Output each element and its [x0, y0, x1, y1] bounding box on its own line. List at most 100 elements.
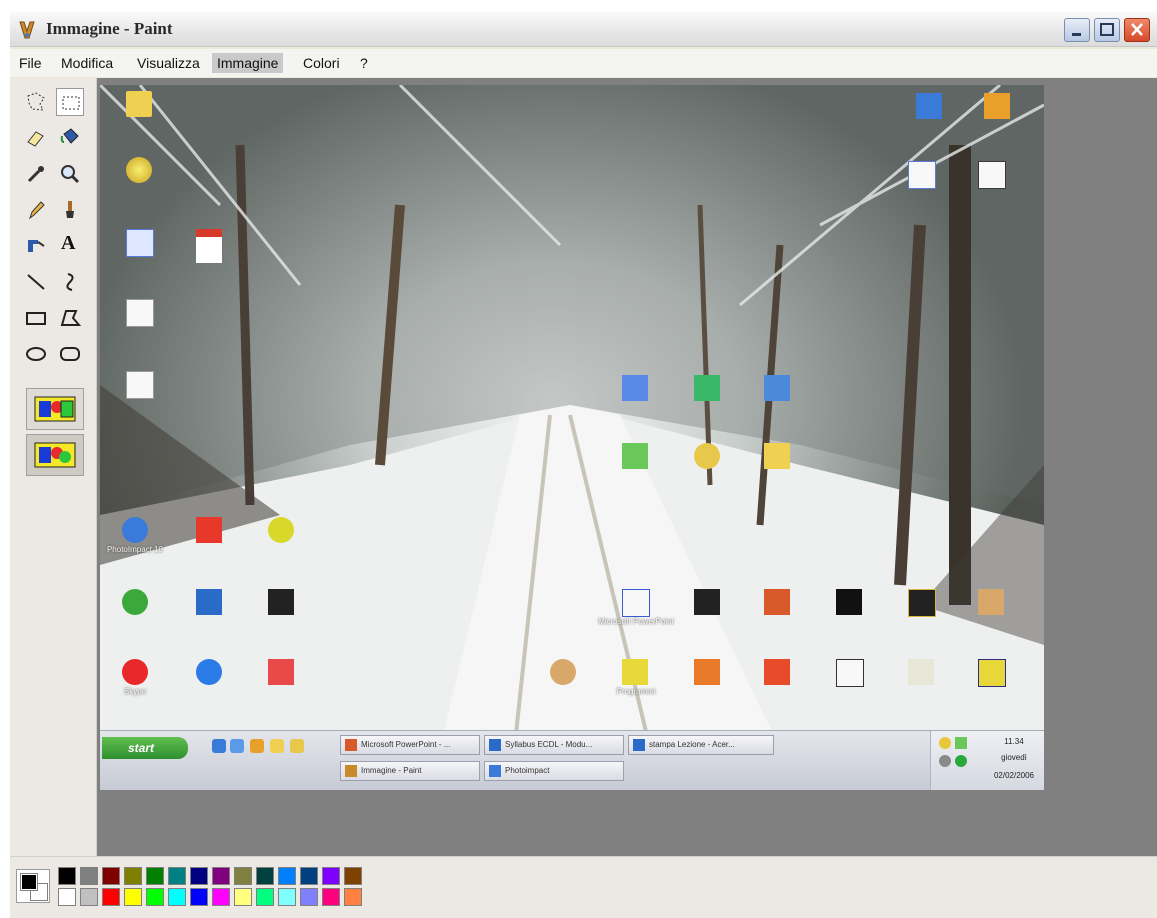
- maximize-button[interactable]: [1094, 18, 1120, 42]
- paint-doc-icon[interactable]: [764, 375, 790, 401]
- media-icon[interactable]: [694, 589, 720, 615]
- transparency-opaque-option[interactable]: [26, 388, 84, 430]
- color-swatch[interactable]: [80, 888, 98, 906]
- color-swatch[interactable]: [256, 867, 274, 885]
- pencil-tool[interactable]: [22, 196, 50, 224]
- ie-icon[interactable]: [196, 659, 222, 685]
- powerpoint-icon[interactable]: [622, 589, 650, 617]
- color-swatch[interactable]: [322, 888, 340, 906]
- home-icon[interactable]: [694, 659, 720, 685]
- color-swatch[interactable]: [234, 888, 252, 906]
- color-swatch[interactable]: [146, 867, 164, 885]
- shoe-icon[interactable]: [836, 659, 864, 687]
- taskbar-item-stampa[interactable]: stampa Lezione - Acer...: [628, 735, 774, 755]
- player-icon[interactable]: [268, 589, 294, 615]
- color-swatch[interactable]: [300, 867, 318, 885]
- color-swatch[interactable]: [124, 888, 142, 906]
- app-icon[interactable]: [196, 589, 222, 615]
- menu-immagine[interactable]: Immagine: [212, 53, 284, 73]
- menu-file[interactable]: File: [14, 53, 47, 73]
- color-swatch[interactable]: [102, 888, 120, 906]
- star-icon[interactable]: [908, 589, 936, 617]
- sheet-icon[interactable]: [622, 443, 648, 469]
- captured-start-button[interactable]: start: [102, 737, 188, 759]
- folder-icon[interactable]: [764, 443, 790, 469]
- quicklaunch-folder-icon[interactable]: [270, 739, 284, 753]
- skype-icon[interactable]: [122, 659, 148, 685]
- shortcut-icon[interactable]: [978, 589, 1004, 615]
- pick-color-tool[interactable]: [22, 160, 50, 188]
- color-swatch[interactable]: [278, 888, 296, 906]
- close-button[interactable]: [1124, 18, 1150, 42]
- globe-icon[interactable]: [122, 589, 148, 615]
- color-swatch[interactable]: [344, 867, 362, 885]
- color-swatch[interactable]: [212, 888, 230, 906]
- color-swatch[interactable]: [80, 867, 98, 885]
- menu-help[interactable]: ?: [355, 53, 373, 73]
- quicklaunch-mail-icon[interactable]: [290, 739, 304, 753]
- taskbar-item-photoimpact[interactable]: Photoimpact: [484, 761, 624, 781]
- color-swatch[interactable]: [124, 867, 142, 885]
- airbrush-tool[interactable]: [22, 232, 50, 260]
- color-swatch[interactable]: [58, 867, 76, 885]
- window-icon[interactable]: [916, 93, 942, 119]
- menu-colori[interactable]: Colori: [298, 53, 345, 73]
- v-icon[interactable]: [268, 517, 294, 543]
- quicklaunch-desktop-icon[interactable]: [230, 739, 244, 753]
- color-swatch[interactable]: [212, 867, 230, 885]
- ellipse-tool[interactable]: [22, 340, 50, 368]
- folder-icon[interactable]: [126, 91, 152, 117]
- brush-tool[interactable]: [56, 196, 84, 224]
- tray-icon[interactable]: [939, 737, 951, 749]
- figure-icon[interactable]: [836, 589, 862, 615]
- taskbar-item-paint[interactable]: Immagine - Paint: [340, 761, 480, 781]
- select-tool[interactable]: [56, 88, 84, 116]
- pdf-icon[interactable]: [196, 229, 222, 263]
- color-swatch[interactable]: [300, 888, 318, 906]
- screen-icon[interactable]: [622, 375, 648, 401]
- document-icon[interactable]: [126, 229, 154, 257]
- recycle-icon[interactable]: [694, 375, 720, 401]
- cd-icon[interactable]: [694, 443, 720, 469]
- text-tool[interactable]: A: [56, 232, 84, 260]
- color-swatch[interactable]: [322, 867, 340, 885]
- burst-icon[interactable]: [764, 659, 790, 685]
- free-form-select-tool[interactable]: [22, 88, 50, 116]
- store-icon[interactable]: [196, 517, 222, 543]
- color-swatch[interactable]: [190, 888, 208, 906]
- fill-tool[interactable]: [56, 124, 84, 152]
- color-swatch[interactable]: [102, 867, 120, 885]
- color-swatch[interactable]: [168, 888, 186, 906]
- device-icon[interactable]: [978, 161, 1006, 189]
- magnifier-tool[interactable]: [56, 160, 84, 188]
- minimize-button[interactable]: [1064, 18, 1090, 42]
- color-swatch[interactable]: [234, 867, 252, 885]
- color-swatch[interactable]: [278, 867, 296, 885]
- rounded-rectangle-tool[interactable]: [56, 340, 84, 368]
- title-bar[interactable]: Immagine - Paint: [10, 12, 1157, 47]
- color-swatch[interactable]: [190, 867, 208, 885]
- tray-icon[interactable]: [939, 755, 951, 767]
- taskbar-item-syllabus[interactable]: Syllabus ECDL - Modu...: [484, 735, 624, 755]
- polygon-tool[interactable]: [56, 304, 84, 332]
- user-photo-icon[interactable]: [550, 659, 576, 685]
- game-icon[interactable]: [764, 589, 790, 615]
- photoimpact-icon[interactable]: [122, 517, 148, 543]
- taskbar-item-powerpoint[interactable]: Microsoft PowerPoint - ...: [340, 735, 480, 755]
- quicklaunch-media-icon[interactable]: [250, 739, 264, 753]
- menu-modifica[interactable]: Modifica: [56, 53, 118, 73]
- rectangle-tool[interactable]: [22, 304, 50, 332]
- menu-visualizza[interactable]: Visualizza: [132, 53, 205, 73]
- transparency-transparent-option[interactable]: [26, 434, 84, 476]
- pen-icon[interactable]: [984, 93, 1010, 119]
- tools-icon[interactable]: [908, 659, 934, 685]
- quicklaunch-ie-icon[interactable]: [212, 739, 226, 753]
- line-tool[interactable]: [22, 268, 50, 296]
- image-canvas[interactable]: PhotoImpact 10 Skype Microsoft PowerPoin…: [100, 85, 1044, 790]
- color-swatch[interactable]: [146, 888, 164, 906]
- tray-icon[interactable]: [955, 737, 967, 749]
- color-swatch[interactable]: [344, 888, 362, 906]
- color-swatch[interactable]: [256, 888, 274, 906]
- eraser-tool[interactable]: [22, 124, 50, 152]
- tray-icon[interactable]: [955, 755, 967, 767]
